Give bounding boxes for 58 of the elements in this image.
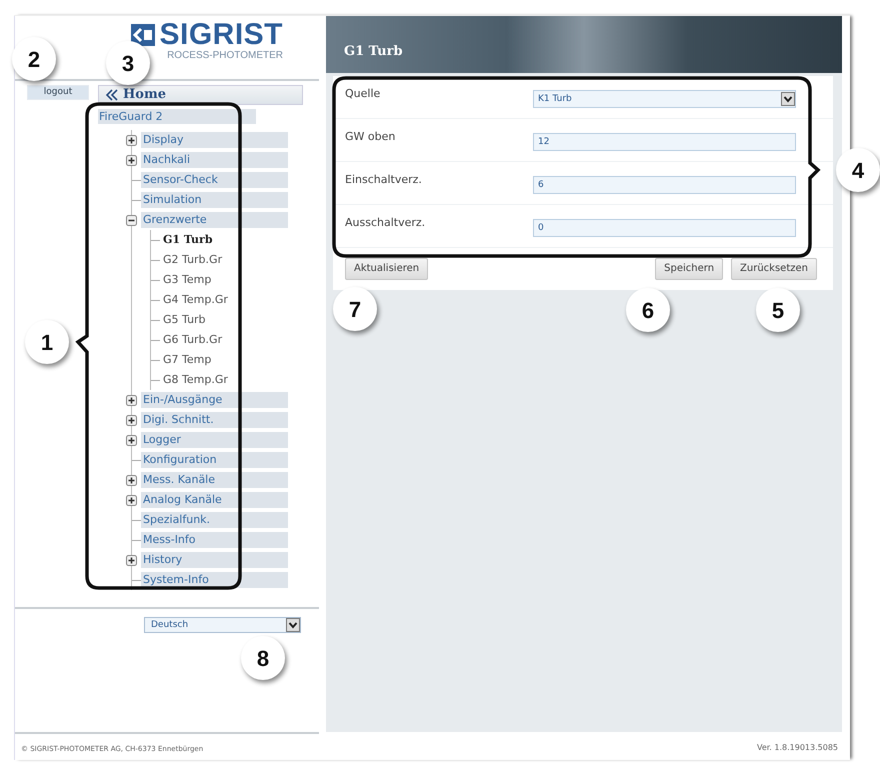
expand-icon[interactable] xyxy=(126,554,137,566)
tree-item[interactable]: Ein-/Ausgänge xyxy=(141,392,288,408)
tree-item[interactable]: Analog Kanäle xyxy=(141,492,288,508)
expand-icon[interactable] xyxy=(126,434,137,446)
tree-item[interactable]: Digi. Schnitt. xyxy=(141,412,288,428)
tree-item[interactable]: Grenzwerte xyxy=(141,212,288,228)
language-select[interactable]: Deutsch xyxy=(144,617,301,633)
callout-number: 8 xyxy=(241,636,285,680)
tree-item[interactable]: G4 Temp.Gr xyxy=(160,292,228,308)
input-field[interactable]: 0 xyxy=(533,219,796,237)
field-label: Quelle xyxy=(345,86,382,102)
collapse-icon[interactable] xyxy=(126,214,137,226)
logo-icon xyxy=(131,24,156,46)
tree-item[interactable]: System-Info xyxy=(141,572,288,588)
tree-item[interactable]: Nachkali xyxy=(141,152,288,168)
version-text: Ver. 1.8.19013.5085 xyxy=(756,742,839,754)
tree-item[interactable]: Display xyxy=(141,132,288,148)
input-field[interactable]: 6 xyxy=(533,176,796,194)
double-chevron-icon xyxy=(105,89,119,101)
reset-button[interactable]: Zurücksetzen xyxy=(731,258,817,280)
callout-number: 1 xyxy=(25,320,69,364)
tree-item[interactable]: G5 Turb xyxy=(160,312,206,328)
callout-number: 3 xyxy=(106,41,150,85)
tree-item[interactable]: G2 Turb.Gr xyxy=(160,252,222,268)
expand-icon[interactable] xyxy=(126,494,137,506)
callout-number: 2 xyxy=(12,37,56,81)
field-label: Ausschaltverz. xyxy=(345,215,426,231)
tree-item[interactable]: Mess. Kanäle xyxy=(141,472,288,488)
logo-wordmark: SIGRIST xyxy=(159,20,283,50)
expand-icon[interactable] xyxy=(126,134,137,146)
tree-item[interactable]: Logger xyxy=(141,432,288,448)
expand-icon[interactable] xyxy=(126,414,137,426)
tree-item[interactable]: Spezialfunk. xyxy=(141,512,288,528)
logout-button[interactable]: logout xyxy=(27,85,89,100)
expand-icon[interactable] xyxy=(126,474,137,486)
select-field[interactable]: K1 Turb xyxy=(533,90,796,108)
tree-item[interactable]: G8 Temp.Gr xyxy=(160,372,228,388)
field-label: Einschaltverz. xyxy=(345,172,423,188)
input-field[interactable]: 12 xyxy=(533,133,796,151)
tree-item[interactable]: Mess-Info xyxy=(141,532,288,548)
home-link[interactable]: Home xyxy=(98,85,303,105)
tree-root-item[interactable]: FireGuard 2 xyxy=(98,109,256,124)
refresh-button[interactable]: Aktualisieren xyxy=(345,258,428,280)
save-button[interactable]: Speichern xyxy=(655,258,724,280)
field-label: GW oben xyxy=(345,129,396,145)
tree-item[interactable]: G6 Turb.Gr xyxy=(160,332,222,348)
panel-title: G1 Turb xyxy=(344,44,403,59)
tree-item[interactable]: Konfiguration xyxy=(141,452,288,468)
tree-item[interactable]: G1 Turb xyxy=(160,232,213,248)
expand-icon[interactable] xyxy=(126,394,137,406)
tree-item[interactable]: G3 Temp xyxy=(160,272,212,288)
logo-tagline: ROCESS-PHOTOMETER xyxy=(167,50,283,61)
tree-item[interactable]: G7 Temp xyxy=(160,352,212,368)
callout-number: 4 xyxy=(836,148,880,192)
tree-item[interactable]: History xyxy=(141,552,288,568)
tree-item[interactable]: Sensor-Check xyxy=(141,172,288,188)
expand-icon[interactable] xyxy=(126,154,137,166)
tree-item[interactable]: Simulation xyxy=(141,192,288,208)
